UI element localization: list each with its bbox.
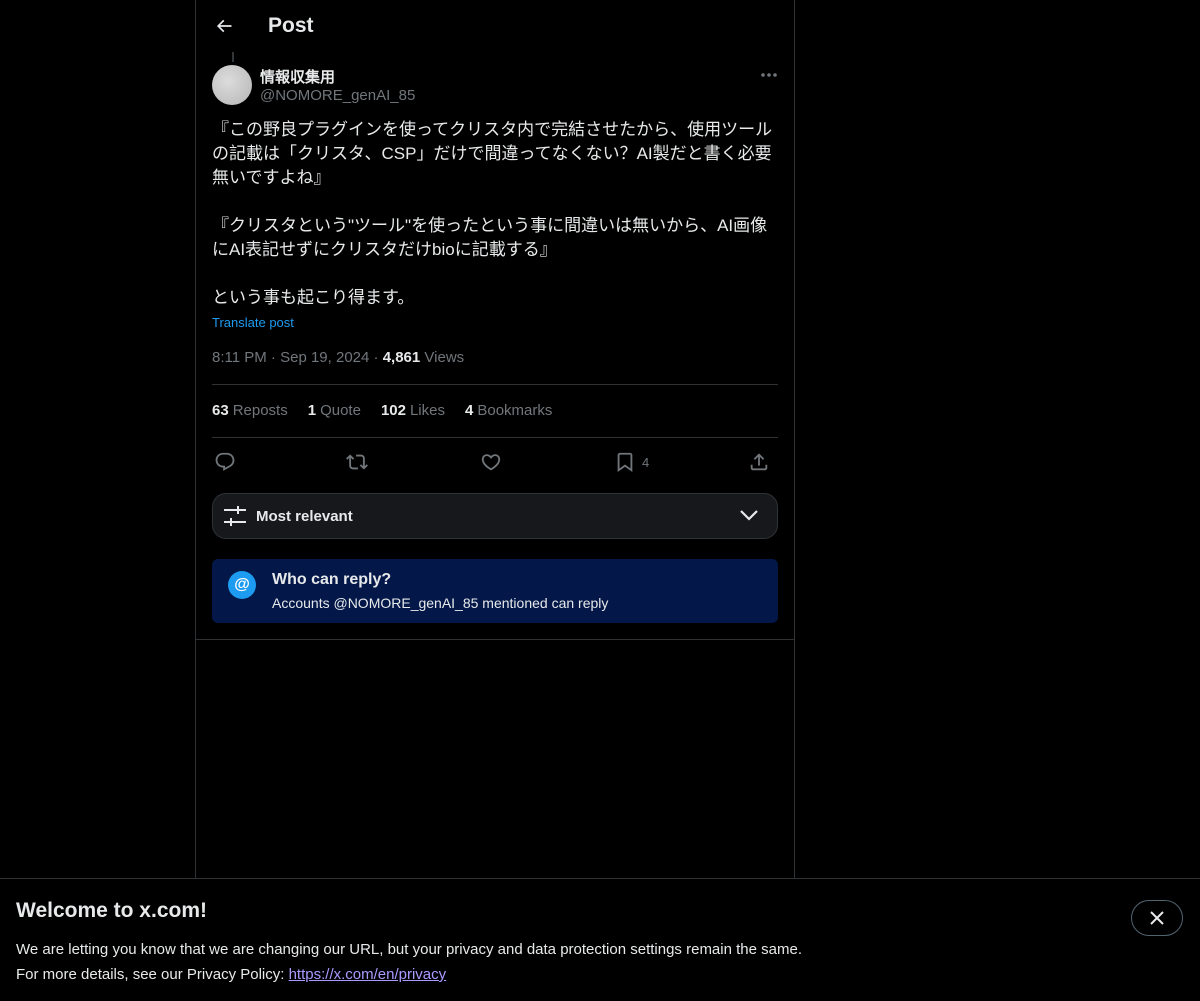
- sliders-icon: [224, 506, 246, 526]
- chevron-down-icon: [740, 510, 758, 521]
- post-paragraph: 『クリスタという"ツール"を使ったという事に間違いは無いから、AI画像にAI表記…: [212, 216, 768, 259]
- banner-line: We are letting you know that we are chan…: [16, 941, 802, 958]
- reply-button[interactable]: [214, 448, 236, 476]
- sort-label: Most relevant: [256, 508, 353, 525]
- likes-stat[interactable]: 102 Likes: [381, 402, 445, 419]
- reply-notice-title: Who can reply?: [272, 571, 392, 588]
- reply-sort-dropdown[interactable]: Most relevant: [212, 493, 778, 539]
- banner-line: For more details, see our Privacy Policy…: [16, 966, 447, 983]
- separator-dot: ·: [270, 349, 276, 366]
- repost-icon: [346, 454, 368, 470]
- at-sign-icon: @: [228, 571, 256, 599]
- reply-notice-subtitle: Accounts @NOMORE_genAI_85 mentioned can …: [272, 595, 609, 611]
- reply-icon: [215, 452, 235, 471]
- close-banner-button[interactable]: [1131, 900, 1183, 936]
- heart-icon: [481, 454, 501, 471]
- post-paragraph: 『この野良プラグインを使ってクリスタ内で完結させたから、使用ツールの記載は「クリ…: [212, 120, 773, 187]
- bookmark-button[interactable]: 4: [614, 448, 649, 476]
- welcome-banner: Welcome to x.com! We are letting you kno…: [0, 878, 1200, 1001]
- bookmark-count: 4: [642, 454, 650, 470]
- divider: [212, 384, 778, 385]
- bookmarks-stat[interactable]: 4 Bookmarks: [465, 402, 552, 419]
- views-label: Views: [424, 349, 465, 366]
- action-bar: 4: [212, 448, 778, 476]
- engagement-stats: 63 Reposts 1 Quote 102 Likes 4 Bookmarks: [212, 402, 552, 419]
- banner-text: We are letting you know that we are chan…: [16, 937, 802, 987]
- who-can-reply-notice: @ Who can reply? Accounts @NOMORE_genAI_…: [212, 559, 778, 623]
- page-title: Post: [268, 14, 314, 37]
- bookmark-icon: [617, 452, 633, 473]
- privacy-policy-link[interactable]: https://x.com/en/privacy: [289, 966, 447, 983]
- page-header: Post: [196, 0, 794, 54]
- post-text: 『この野良プラグインを使ってクリスタ内で完結させたから、使用ツールの記載は「クリ…: [212, 118, 780, 310]
- separator-dot: ·: [373, 349, 379, 366]
- post-time[interactable]: 8:11 PM: [212, 349, 267, 366]
- post-meta: 8:11 PM · Sep 19, 2024 · 4,861 Views: [212, 349, 464, 366]
- author-display-name[interactable]: 情報収集用: [260, 66, 335, 87]
- share-icon: [750, 453, 768, 471]
- views-count: 4,861: [382, 349, 421, 366]
- share-button[interactable]: [748, 448, 770, 476]
- repost-button[interactable]: [346, 448, 368, 476]
- post-column: Post 情報収集用 @NOMORE_genAI_85 『この野良プラグインを使…: [195, 0, 795, 880]
- post-paragraph: という事も起こり得ます。: [212, 288, 415, 307]
- post-date[interactable]: Sep 19, 2024: [280, 349, 369, 366]
- author-handle[interactable]: @NOMORE_genAI_85: [260, 87, 415, 104]
- divider: [212, 437, 778, 438]
- arrow-left-icon: [216, 19, 232, 33]
- quote-stat[interactable]: 1 Quote: [308, 402, 361, 419]
- like-button[interactable]: [480, 448, 502, 476]
- banner-title: Welcome to x.com!: [16, 899, 207, 922]
- translate-post-link[interactable]: Translate post: [212, 315, 294, 330]
- reposts-stat[interactable]: 63 Reposts: [212, 402, 288, 419]
- divider: [196, 639, 794, 640]
- thread-line: [232, 52, 234, 62]
- more-dots-icon: [761, 73, 777, 77]
- close-icon: [1150, 911, 1164, 925]
- avatar[interactable]: [212, 65, 252, 105]
- back-button[interactable]: [208, 10, 240, 42]
- more-options-button[interactable]: [758, 66, 780, 84]
